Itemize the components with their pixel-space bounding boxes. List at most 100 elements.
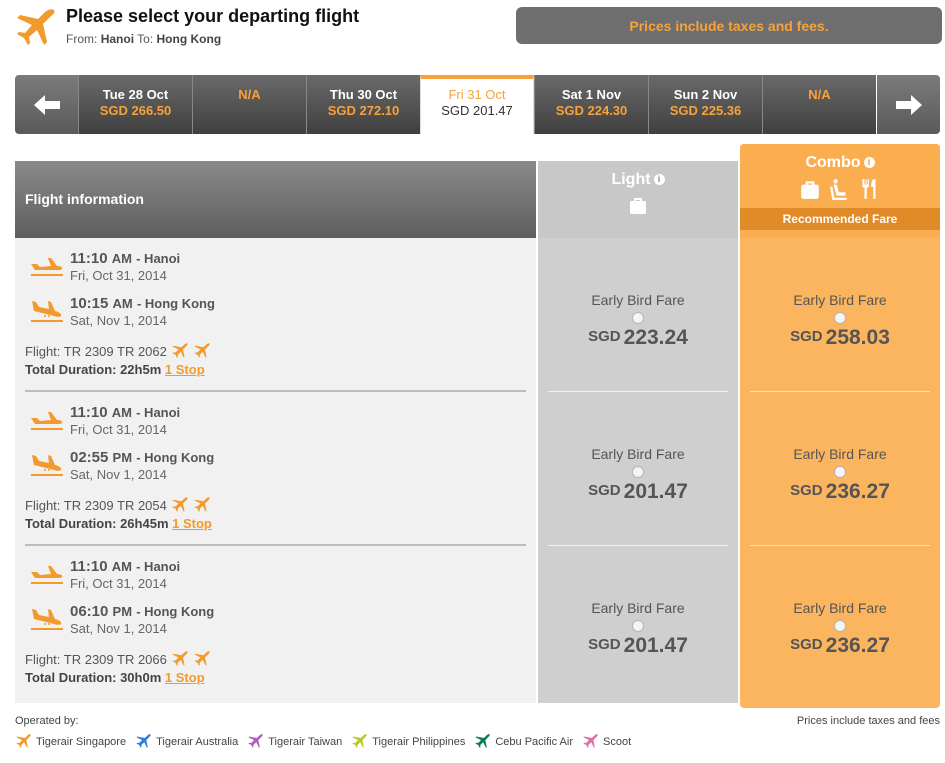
airline-legend-item: Tigerair Singapore bbox=[15, 733, 126, 750]
light-fare-cell[interactable]: Early Bird Fare SGD 223.24 bbox=[538, 238, 738, 392]
fare-price: SGD 258.03 bbox=[790, 326, 890, 349]
next-dates-button[interactable] bbox=[877, 75, 940, 134]
date-tab[interactable]: Fri 31 Oct SGD 201.47 bbox=[420, 75, 534, 134]
date-tab-label: Thu 30 Oct bbox=[329, 87, 398, 102]
date-tab[interactable]: N/A bbox=[192, 75, 306, 134]
tigerair-plane-icon bbox=[172, 651, 188, 666]
date-tab-label: Sat 1 Nov bbox=[561, 87, 622, 102]
fare-price: SGD 223.24 bbox=[588, 326, 688, 349]
departure-date: Fri, Oct 31, 2014 bbox=[70, 422, 167, 437]
airline-plane-icon bbox=[352, 734, 367, 748]
light-fare-cell[interactable]: Early Bird Fare SGD 201.47 bbox=[538, 392, 738, 546]
airline-legend-item: Tigerair Australia bbox=[135, 733, 238, 750]
airline-name: Tigerair Taiwan bbox=[268, 735, 343, 748]
departure-time: 11:10 AM - Hanoi bbox=[70, 404, 181, 421]
fare-price: SGD 236.27 bbox=[790, 480, 890, 503]
departure-time: 11:10 AM - Hanoi bbox=[70, 558, 181, 575]
airline-plane-icon bbox=[248, 734, 263, 748]
airline-name: Tigerair Singapore bbox=[36, 735, 127, 748]
airline-plane-icon bbox=[475, 734, 491, 748]
fare-price: SGD 201.47 bbox=[588, 480, 688, 503]
tax-note: Prices include taxes and fees bbox=[796, 715, 940, 727]
arrival-time: 06:10 PM - Hong Kong bbox=[70, 603, 215, 620]
flight-row: 11:10 AM - Hanoi Fri, Oct 31, 2014 02:55 P… bbox=[15, 392, 536, 546]
arrow-right-icon bbox=[895, 94, 922, 115]
date-tab[interactable]: Tue 28 Oct SGD 266.50 bbox=[78, 75, 192, 134]
date-tab-label: N/A bbox=[808, 87, 831, 102]
prev-dates-button[interactable] bbox=[15, 75, 78, 134]
date-tab-label: Fri 31 Oct bbox=[448, 87, 506, 102]
fare-name: Early Bird Fare bbox=[591, 600, 685, 616]
flight-number: Flight: TR 2309 TR 2066 bbox=[25, 650, 211, 668]
fare-name: Early Bird Fare bbox=[591, 292, 685, 308]
departure-date: Fri, Oct 31, 2014 bbox=[70, 268, 167, 283]
airline-legend-item: Cebu Pacific Air bbox=[474, 733, 573, 750]
light-title: Light bbox=[611, 171, 651, 188]
tigerair-plane-icon bbox=[172, 497, 188, 512]
date-tab-label: Tue 28 Oct bbox=[102, 87, 169, 102]
airline-plane-icon bbox=[136, 734, 151, 748]
airline-name: Tigerair Australia bbox=[156, 735, 239, 748]
baggage-icon bbox=[801, 181, 819, 199]
fare-radio[interactable] bbox=[632, 312, 644, 324]
date-tab[interactable]: Sun 2 Nov SGD 225.36 bbox=[648, 75, 762, 134]
info-icon[interactable]: i bbox=[863, 157, 875, 169]
departure-leg: 11:10 AM - Hanoi Fri, Oct 31, 2014 bbox=[29, 404, 429, 444]
fare-radio[interactable] bbox=[834, 466, 846, 478]
total-duration: Total Duration: 26h45m 1 Stop bbox=[25, 516, 212, 531]
baggage-icon bbox=[630, 198, 646, 214]
fare-radio[interactable] bbox=[632, 466, 644, 478]
stops-link[interactable]: 1 Stop bbox=[172, 516, 212, 531]
fare-radio[interactable] bbox=[632, 620, 644, 632]
route-summary: From: Hanoi To: Hong Kong bbox=[66, 32, 222, 46]
date-tab-price: SGD 225.36 bbox=[669, 103, 742, 118]
info-icon[interactable]: i bbox=[653, 174, 665, 186]
airline-name: Tigerair Philippines bbox=[372, 735, 466, 748]
total-duration: Total Duration: 22h5m 1 Stop bbox=[25, 362, 205, 377]
fare-radio[interactable] bbox=[834, 312, 846, 324]
meal-icon bbox=[862, 179, 876, 199]
combo-fare-cell[interactable]: Early Bird Fare SGD 236.27 bbox=[740, 392, 940, 546]
fare-price: SGD 201.47 bbox=[588, 634, 688, 657]
airline-plane-icon bbox=[583, 734, 598, 748]
tigerair-plane-icon bbox=[194, 343, 210, 358]
airline-name: Cebu Pacific Air bbox=[495, 735, 573, 748]
light-fare-cell[interactable]: Early Bird Fare SGD 201.47 bbox=[538, 546, 738, 700]
departure-plane-icon bbox=[31, 566, 63, 584]
date-selector: Tue 28 Oct SGD 266.50 N/A Thu 30 Oct SGD 272… bbox=[15, 75, 941, 134]
arrival-time: 10:15 AM - Hong Kong bbox=[70, 295, 215, 312]
combo-fare-cell[interactable]: Early Bird Fare SGD 236.27 bbox=[740, 546, 940, 700]
fare-name: Early Bird Fare bbox=[793, 600, 887, 616]
airline-plane-icon bbox=[16, 734, 31, 748]
stops-link[interactable]: 1 Stop bbox=[165, 670, 205, 685]
combo-title: Combo bbox=[805, 154, 861, 171]
arrival-plane-icon bbox=[31, 301, 63, 322]
fare-name: Early Bird Fare bbox=[793, 292, 887, 308]
combo-fare-cell[interactable]: Early Bird Fare SGD 258.03 bbox=[740, 238, 940, 392]
airplane-logo-icon bbox=[17, 9, 55, 45]
arrival-leg: 10:15 AM - Hong Kong Sat, Nov 1, 2014 bbox=[29, 295, 429, 335]
date-tab-label: Sun 2 Nov bbox=[673, 87, 738, 102]
light-fare-column: Light i Early Bird Fare SGD 223.24 Early Bir… bbox=[538, 161, 738, 703]
airline-name: Scoot bbox=[603, 735, 632, 748]
airline-legend-item: Tigerair Taiwan bbox=[247, 733, 342, 750]
date-tab[interactable]: Sat 1 Nov SGD 224.30 bbox=[534, 75, 648, 134]
light-fare-header: Light i bbox=[538, 161, 738, 238]
arrival-date: Sat, Nov 1, 2014 bbox=[70, 467, 167, 482]
date-tab-price: SGD 272.10 bbox=[327, 103, 400, 118]
arrival-time: 02:55 PM - Hong Kong bbox=[70, 449, 215, 466]
date-tab[interactable]: N/A bbox=[762, 75, 876, 134]
seat-icon bbox=[830, 179, 847, 200]
arrival-date: Sat, Nov 1, 2014 bbox=[70, 621, 167, 636]
fare-radio[interactable] bbox=[834, 620, 846, 632]
arrival-leg: 02:55 PM - Hong Kong Sat, Nov 1, 2014 bbox=[29, 449, 429, 489]
airline-legend: Tigerair Singapore Tigerair Australia Tige… bbox=[15, 733, 631, 750]
stops-link[interactable]: 1 Stop bbox=[165, 362, 205, 377]
arrival-plane-icon bbox=[31, 455, 63, 476]
recommended-fare-badge: Recommended Fare bbox=[740, 208, 940, 230]
combo-fare-column: Combo i Recommended Fare Early Bird Fare S… bbox=[740, 144, 940, 708]
fare-name: Early Bird Fare bbox=[793, 446, 887, 462]
flight-info-body: 11:10 AM - Hanoi Fri, Oct 31, 2014 10:15 A… bbox=[15, 238, 536, 703]
airline-legend-item: Scoot bbox=[582, 733, 631, 750]
date-tab[interactable]: Thu 30 Oct SGD 272.10 bbox=[306, 75, 420, 134]
